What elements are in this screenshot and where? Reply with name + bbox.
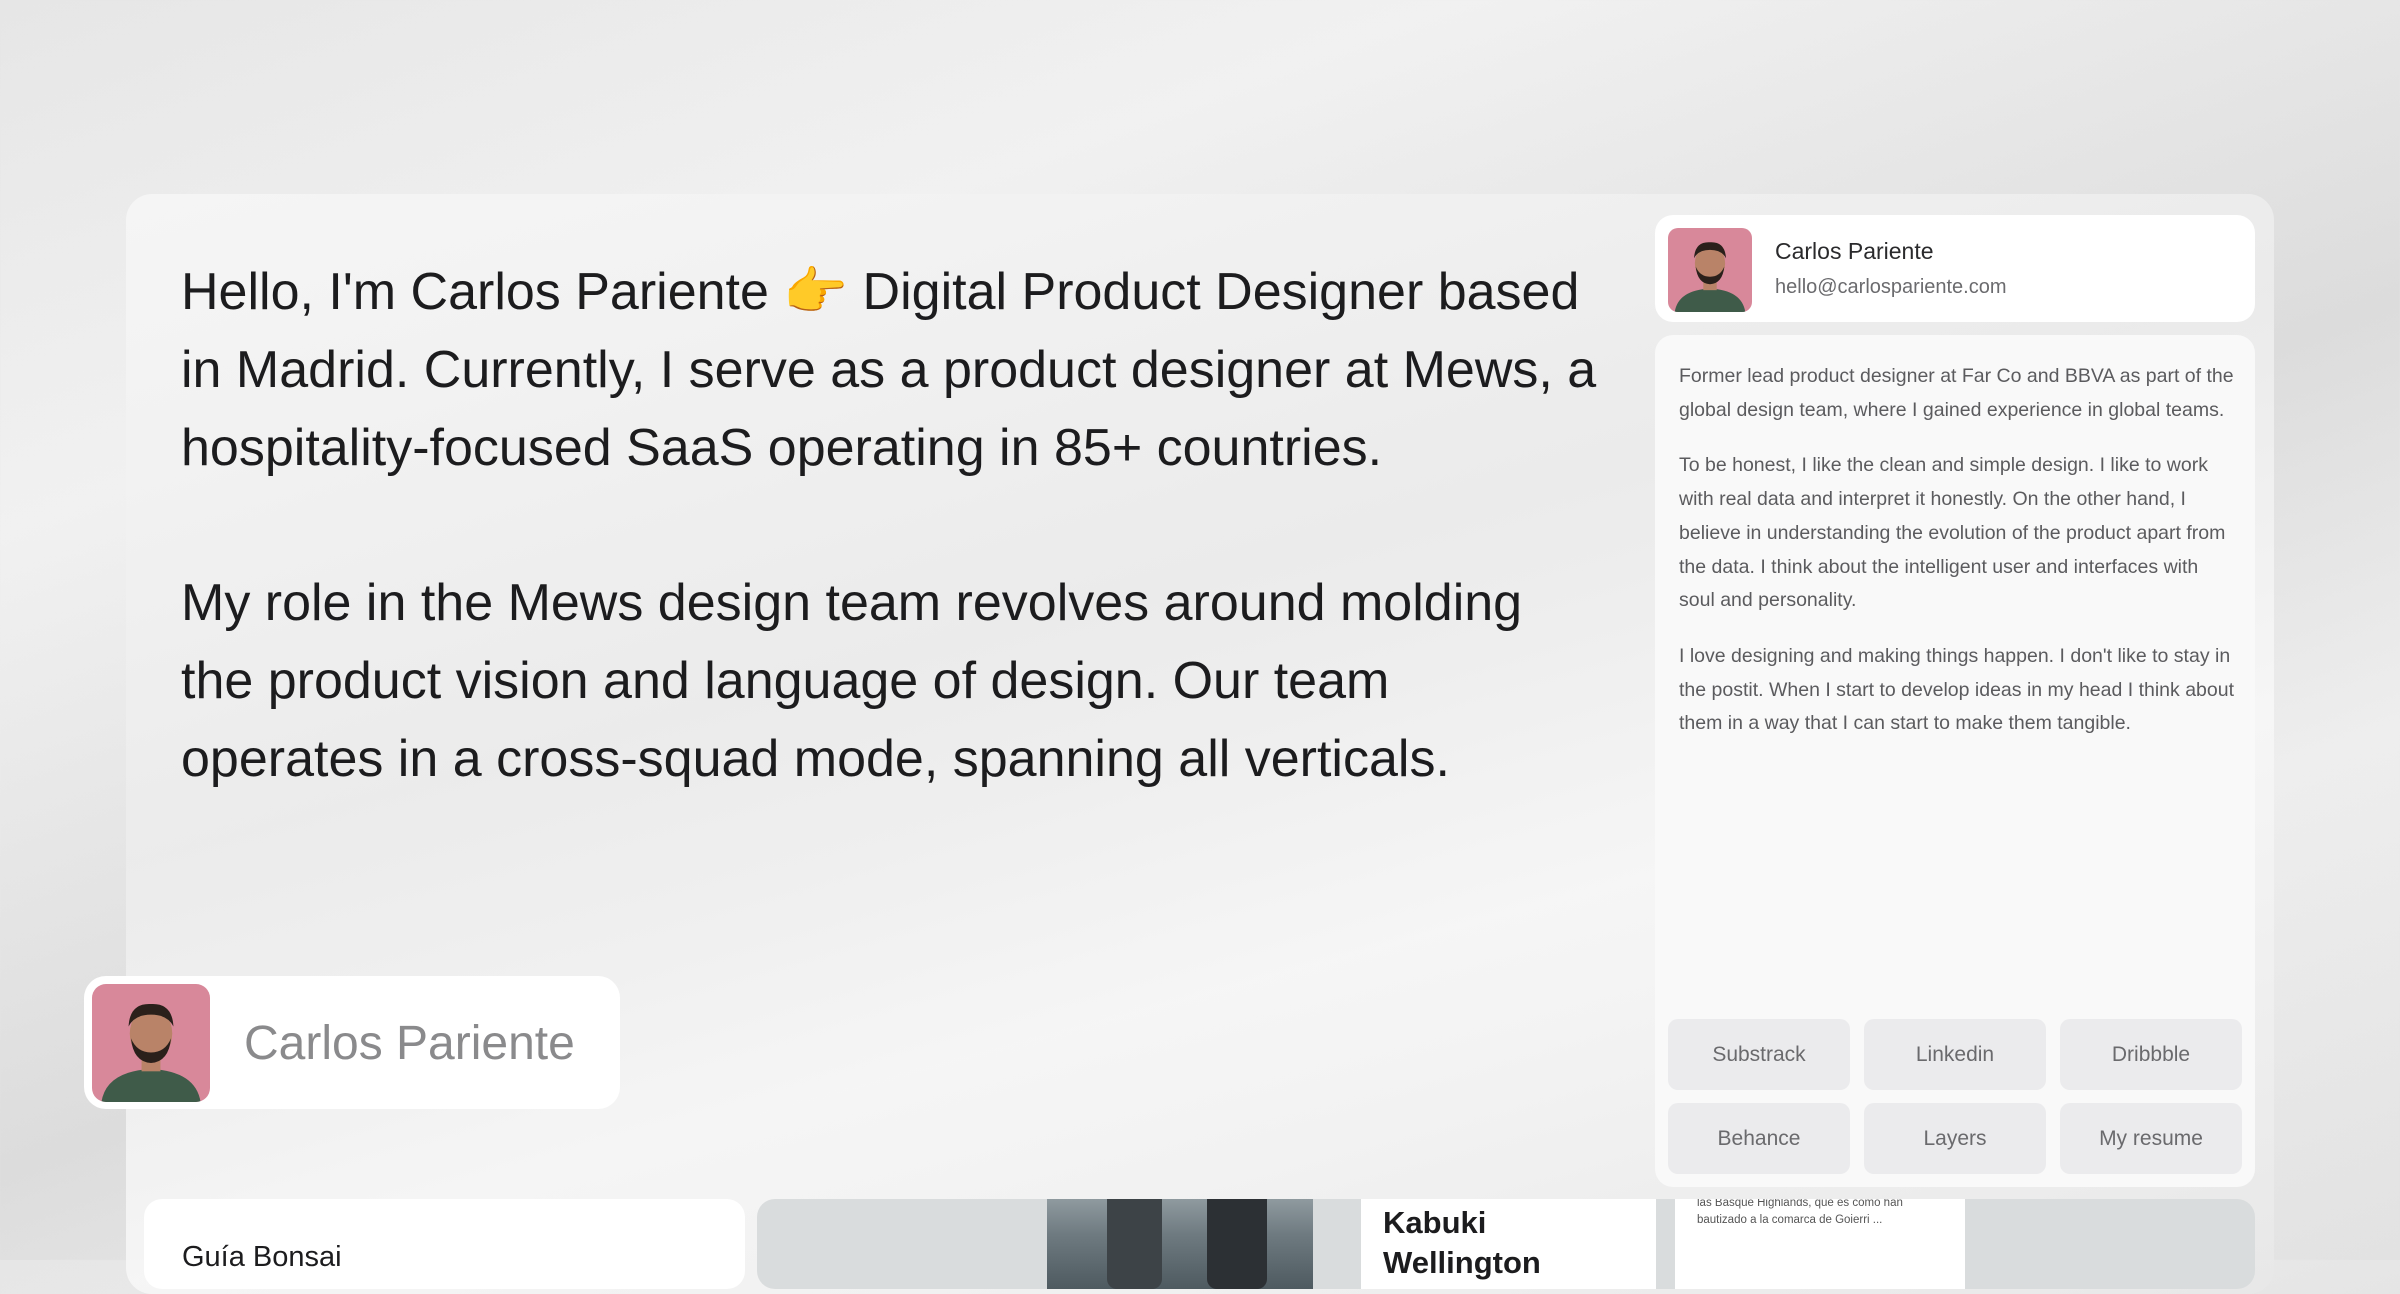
- name-badge[interactable]: Carlos Pariente: [84, 976, 620, 1109]
- substrack-link[interactable]: Substrack: [1668, 1019, 1850, 1090]
- project-title: Guía Bonsai: [182, 1241, 342, 1273]
- badge-name: Carlos Pariente: [244, 1017, 575, 1070]
- project-card-kabuki[interactable]: Kabuki Wellington las Basque Highlands, …: [757, 1199, 2255, 1289]
- contact-name: Carlos Pariente: [1775, 238, 1934, 264]
- intro-paragraph-2: My role in the Mews design team revolves…: [181, 574, 1523, 788]
- project-snippet: las Basque Highlands, que es como han ba…: [1697, 1199, 1903, 1226]
- bio-paragraph: Former lead product designer at Far Co a…: [1679, 365, 2234, 421]
- person-avatar-icon: [92, 984, 210, 1102]
- person-figure: [1107, 1199, 1162, 1289]
- dribbble-link[interactable]: Dribbble: [2060, 1019, 2242, 1090]
- project-title-panel: Kabuki Wellington: [1361, 1199, 1656, 1289]
- project-card-guia[interactable]: Guía Bonsai: [144, 1199, 745, 1289]
- contact-card: Carlos Pariente hello@carlospariente.com: [1655, 215, 2255, 322]
- project-photo: [1047, 1199, 1313, 1289]
- person-avatar-icon: [1668, 228, 1752, 312]
- linkedin-link[interactable]: Linkedin: [1864, 1019, 2046, 1090]
- contact-email-link[interactable]: hello@carlospariente.com: [1775, 276, 2007, 299]
- avatar: [1668, 228, 1752, 312]
- bio-paragraph: I love designing and making things happe…: [1679, 644, 2234, 735]
- avatar: [92, 984, 210, 1102]
- intro-text: Hello, I'm Carlos Pariente 👉 Digital Pro…: [181, 253, 1601, 875]
- person-figure: [1207, 1199, 1267, 1289]
- bio-paragraph: To be honest, I like the clean and simpl…: [1679, 454, 2226, 612]
- behance-link[interactable]: Behance: [1668, 1103, 1850, 1174]
- intro-paragraph-1: Hello, I'm Carlos Pariente 👉 Digital Pro…: [181, 263, 1597, 477]
- project-title: Kabuki Wellington: [1383, 1205, 1541, 1280]
- resume-link[interactable]: My resume: [2060, 1103, 2242, 1174]
- bio-card: Former lead product designer at Far Co a…: [1655, 335, 2255, 1187]
- layers-link[interactable]: Layers: [1864, 1103, 2046, 1174]
- bio-text: Former lead product designer at Far Co a…: [1679, 360, 2234, 763]
- project-snippet-panel: las Basque Highlands, que es como han ba…: [1675, 1199, 1965, 1289]
